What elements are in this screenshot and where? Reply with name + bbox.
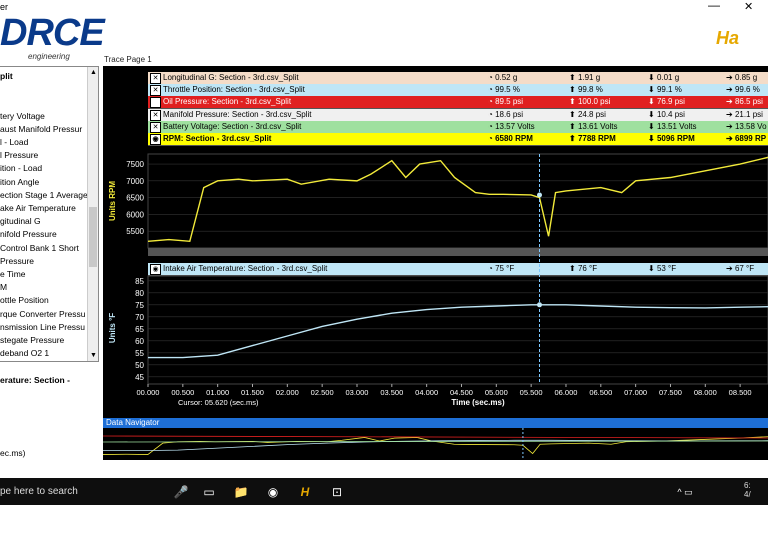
channel-list-item[interactable]: gitudinal G bbox=[0, 216, 41, 226]
window-title: er bbox=[0, 2, 9, 12]
channel-list-item[interactable]: ition - Load bbox=[0, 163, 42, 173]
rpm-plot-frame bbox=[147, 153, 768, 249]
iat-tick-label: 60 bbox=[135, 337, 144, 346]
channel-list-item[interactable]: M bbox=[0, 282, 7, 292]
iat-axis-label: Units °F bbox=[108, 313, 117, 343]
rpm-cursor-dot bbox=[537, 192, 543, 198]
x-tick-label: 01.000 bbox=[206, 388, 229, 397]
rpm-tick-label: 7000 bbox=[126, 177, 144, 186]
iat-tick-label: 75 bbox=[135, 301, 144, 310]
iat-plot-frame bbox=[147, 275, 768, 385]
iat-tick-label: 55 bbox=[135, 349, 144, 358]
microphone-icon[interactable]: 🎤 bbox=[172, 483, 190, 501]
channel-list-item[interactable]: rque Converter Pressu bbox=[0, 309, 86, 319]
rpm-tick-label: 7500 bbox=[126, 160, 144, 169]
logo-subtitle: engineering bbox=[28, 52, 70, 61]
trace-page-label[interactable]: Trace Page 1 bbox=[104, 55, 152, 64]
rpm-axis-label: Units RPM bbox=[108, 181, 117, 221]
iat-tick-label: 70 bbox=[135, 313, 144, 322]
left-cursor-unit: ec.ms) bbox=[0, 448, 26, 458]
haltech-app-icon[interactable]: H bbox=[296, 483, 314, 501]
iat-tick-label: 65 bbox=[135, 325, 144, 334]
channel-list-item[interactable]: deband O2 1 bbox=[0, 348, 49, 358]
x-tick-label: 03.500 bbox=[380, 388, 403, 397]
app-icon[interactable]: ◉ bbox=[264, 483, 282, 501]
iat-tick-label: 85 bbox=[135, 277, 144, 286]
minimize-button[interactable]: — bbox=[708, 0, 720, 12]
x-tick-label: 06.500 bbox=[589, 388, 612, 397]
rpm-tick-label: 6500 bbox=[126, 194, 144, 203]
scrollbar-thumb[interactable] bbox=[89, 207, 97, 267]
x-axis-title: Time (sec.ms) bbox=[451, 398, 505, 407]
close-button[interactable]: ✕ bbox=[744, 0, 753, 13]
task-view-icon[interactable]: ▭ bbox=[200, 483, 218, 501]
scroll-up-icon[interactable]: ▲ bbox=[90, 69, 97, 76]
rpm-scrollbar bbox=[148, 248, 768, 256]
channel-list-item[interactable]: Control Bank 1 Short bbox=[0, 243, 79, 253]
iat-tick-label: 45 bbox=[135, 373, 144, 382]
x-tick-label: 04.500 bbox=[450, 388, 473, 397]
navigator-background bbox=[103, 428, 768, 460]
cursor-readout: Cursor: 05.620 (sec.ms) bbox=[178, 398, 259, 407]
iat-cursor-dot bbox=[537, 302, 543, 308]
rpm-tick-label: 6000 bbox=[126, 210, 144, 219]
x-tick-label: 05.500 bbox=[520, 388, 543, 397]
x-tick-label: 06.000 bbox=[555, 388, 578, 397]
x-tick-label: 02.500 bbox=[311, 388, 334, 397]
x-tick-label: 08.500 bbox=[729, 388, 752, 397]
x-tick-label: 07.500 bbox=[659, 388, 682, 397]
force-logo: DRCE engineering bbox=[0, 12, 105, 64]
channel-list-item[interactable]: plit bbox=[0, 71, 13, 81]
screen-capture-icon[interactable]: ⊡ bbox=[328, 483, 346, 501]
data-navigator-strip[interactable] bbox=[103, 428, 768, 460]
taskbar: pe here to search 🎤 ▭ 📁 ◉ H ⊡ ^ ▭ ☁ ◢ ◁)… bbox=[0, 478, 768, 551]
scroll-down-icon[interactable]: ▼ bbox=[90, 352, 97, 359]
x-tick-label: 00.500 bbox=[171, 388, 194, 397]
file-explorer-icon[interactable]: 📁 bbox=[232, 483, 250, 501]
x-tick-label: 02.000 bbox=[276, 388, 299, 397]
channel-list-item[interactable]: stegate Pressure bbox=[0, 335, 64, 345]
x-tick-label: 08.000 bbox=[694, 388, 717, 397]
charts-svg[interactable]: 7500 7000 6500 6000 5500 Units RPM 85 80 75 70 65 6… bbox=[103, 66, 768, 416]
system-tray-icons[interactable]: ^ ▭ ☁ ◢ ◁) bbox=[676, 483, 694, 551]
channel-list-item[interactable]: nsmission Line Pressu bbox=[0, 322, 85, 332]
channel-list-item[interactable]: ection Stage 1 Average bbox=[0, 190, 88, 200]
x-tick-label: 04.000 bbox=[415, 388, 438, 397]
iat-tick-label: 80 bbox=[135, 289, 144, 298]
channel-list-item[interactable]: l - Load bbox=[0, 137, 28, 147]
x-tick-label: 05.000 bbox=[485, 388, 508, 397]
x-tick-label: 01.500 bbox=[241, 388, 264, 397]
channel-list-item[interactable]: ake Air Temperature bbox=[0, 203, 76, 213]
x-tick-label: 07.000 bbox=[624, 388, 647, 397]
selected-channel-label: erature: Section - bbox=[0, 375, 70, 385]
channel-list-item[interactable]: Pressure bbox=[0, 256, 34, 266]
logo-text: DRCE bbox=[0, 12, 105, 54]
channel-list-item[interactable]: ition Angle bbox=[0, 177, 39, 187]
clock: 6: 4/ bbox=[744, 481, 751, 499]
data-navigator-title: Data Navigator bbox=[106, 418, 160, 427]
x-tick-label: 00.000 bbox=[137, 388, 160, 397]
channel-list-item[interactable]: aust Manifold Pressur bbox=[0, 124, 82, 134]
iat-tick-label: 50 bbox=[135, 361, 144, 370]
rpm-tick-label: 5500 bbox=[126, 227, 144, 236]
title-bar: er — ✕ bbox=[0, 0, 768, 16]
x-tick-label: 03.000 bbox=[346, 388, 369, 397]
channel-list-item[interactable]: e Time bbox=[0, 269, 26, 279]
brand-logo-right: Ha bbox=[716, 28, 740, 48]
taskbar-search[interactable]: pe here to search bbox=[0, 486, 78, 497]
data-navigator-header: Data Navigator bbox=[103, 418, 768, 428]
channel-list-scrollbar[interactable]: ▲ ▼ bbox=[87, 67, 98, 361]
channel-list-item[interactable]: ottle Position bbox=[0, 295, 49, 305]
channel-list-item[interactable]: l Pressure bbox=[0, 150, 38, 160]
channel-list[interactable]: plit tery Voltage aust Manifold Pressur l -… bbox=[0, 66, 99, 362]
channel-list-item[interactable]: nifold Pressure bbox=[0, 229, 57, 239]
channel-list-item[interactable]: tery Voltage bbox=[0, 111, 45, 121]
